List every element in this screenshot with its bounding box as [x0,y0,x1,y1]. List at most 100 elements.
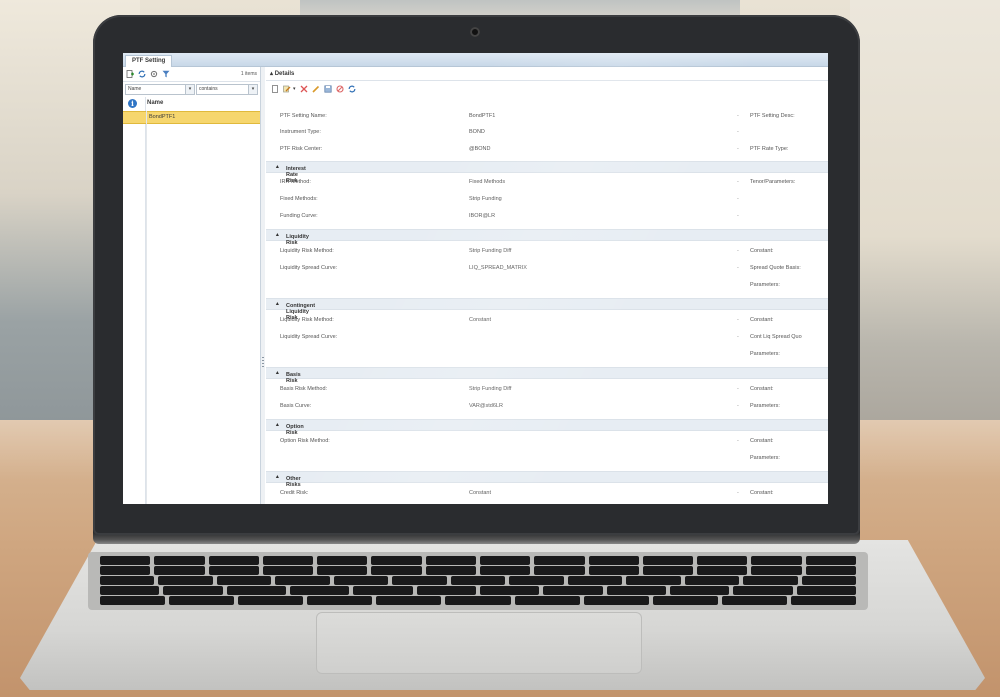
keyboard-key [262,556,314,565]
keyboard-key [416,586,476,595]
cancel-icon[interactable] [336,85,344,93]
camera-icon [470,27,480,37]
filter-icon[interactable] [162,70,170,78]
keyboard-key [317,566,368,575]
filter-field-select[interactable]: Name ▾ [125,84,195,95]
field-label: IRR Method: [280,179,311,185]
form-row: IRR Method: Fixed Methods - Tenor/Parame… [266,177,828,189]
field-label: Credit Risk: [280,490,309,496]
info-icon: i [128,99,137,108]
field-label-right: Constant: [750,490,774,496]
form-row: PTF Setting Name: BondPTF1 - PTF Setting… [266,111,828,123]
edit-icon[interactable] [283,85,291,93]
section-liquidity-risk[interactable]: ▴ Liquidity Risk [266,229,828,246]
field-value[interactable]: Constant [469,317,491,323]
details-title: ▴ Details [270,71,295,77]
field-label-right: Constant: [750,386,774,392]
field-dash: - [737,490,739,496]
field-value[interactable]: Strip Funding Diff [469,248,511,254]
filter-operator-select[interactable]: contains ▾ [196,84,258,95]
keyboard-key [801,576,856,585]
field-value[interactable]: Constant [469,490,491,496]
field-label: Liquidity Spread Curve: [280,334,338,340]
keyboard-key [226,586,286,595]
pencil-icon[interactable] [312,85,320,93]
field-value[interactable]: @BOND [469,146,490,152]
field-label: Liquidity Risk Method: [280,248,334,254]
new-icon[interactable] [271,85,279,93]
field-label-right: PTF Rate Type: [750,146,789,152]
keyboard-key [588,566,639,575]
panel-splitter[interactable] [261,67,265,504]
form-row: Parameters: [266,280,828,292]
keyboard-key [353,586,413,595]
keyboard-key [208,566,259,575]
trackpad[interactable] [316,612,642,674]
section-contingent-liquidity-risk[interactable]: ▴ Contingent Liquidity Risk [266,298,828,321]
add-icon[interactable] [126,70,134,78]
grid-indicator-column [123,97,146,504]
field-label: Option Risk Method: [280,438,330,444]
refresh-icon[interactable] [138,70,146,78]
form-row: Credit Risk: Constant - Constant: [266,488,828,500]
field-dash: - [737,129,739,135]
field-dash: - [737,146,739,152]
keyboard-key [392,576,447,585]
field-label: Basis Curve: [280,403,312,409]
list-row-selected[interactable]: BondPTF1 [123,111,260,124]
keyboard-key [509,576,564,585]
save-icon[interactable] [324,85,332,93]
keyboard-key [100,576,155,585]
keyboard-key [100,586,160,595]
chevron-down-icon: ▾ [185,85,194,94]
keyboard-key [626,576,681,585]
field-value[interactable]: BOND [469,129,485,135]
field-label: Fixed Methods: [280,196,318,202]
field-dash: - [737,248,739,254]
field-label-right: Constant: [750,317,774,323]
field-value[interactable]: Strip Funding Diff [469,386,511,392]
section-interest-rate-risk[interactable]: ▴ Interest Rate Risk [266,161,828,184]
field-dash: - [737,113,739,119]
keyboard-key [733,586,793,595]
field-label-right: Constant: [750,438,774,444]
keyboard-key [606,586,666,595]
keyboard-key [480,556,531,565]
column-header-name[interactable]: Name [147,100,163,106]
delete-icon[interactable] [300,85,308,93]
field-label-right: Parameters: [750,403,780,409]
field-value[interactable]: Fixed Methods [469,179,505,185]
field-value[interactable]: BondPTF1 [469,113,495,119]
keyboard-key [796,586,856,595]
keyboard-key [163,586,223,595]
app-screen: PTF Setting 1 items Name ▾ contains ▾ i … [123,53,828,504]
keyboard-key [262,566,314,575]
form-row: Basis Curve: VAR@std6LR - Parameters: [266,401,828,413]
details-toolbar: ▾ [266,81,828,97]
form-row: Funding Curve: IBOR@LR - [266,211,828,223]
chevron-down-icon[interactable]: ▾ [293,86,296,92]
field-dash: - [737,265,739,271]
grid-divider [146,111,147,504]
field-dash: - [737,386,739,392]
keyboard-key [371,566,422,575]
form-row: Liquidity Risk Method: Strip Funding Dif… [266,246,828,258]
refresh-icon[interactable] [348,85,356,93]
keyboard-key [697,556,748,565]
section-option-risk[interactable]: ▴ Option Risk [266,419,828,436]
field-label: Liquidity Spread Curve: [280,265,338,271]
field-value[interactable]: IBOR@LR [469,213,495,219]
settings-icon[interactable] [150,70,158,78]
keyboard-key [238,596,304,605]
field-value[interactable]: VAR@std6LR [469,403,503,409]
section-basis-risk[interactable]: ▴ Basis Risk [266,367,828,384]
keyboard-key [805,566,856,575]
tab-ptf-setting[interactable]: PTF Setting [125,55,173,67]
field-value[interactable]: Strip Funding [469,196,502,202]
field-value[interactable]: LIQ_SPREAD_MATRIX [469,265,527,271]
field-label-right: Spread Quote Basis: [750,265,801,271]
form-row: Liquidity Risk Method: Constant - Consta… [266,315,828,327]
keyboard-key [450,576,506,585]
section-other-risks[interactable]: ▴ Other Risks [266,471,828,488]
keyboard-key [216,576,272,585]
